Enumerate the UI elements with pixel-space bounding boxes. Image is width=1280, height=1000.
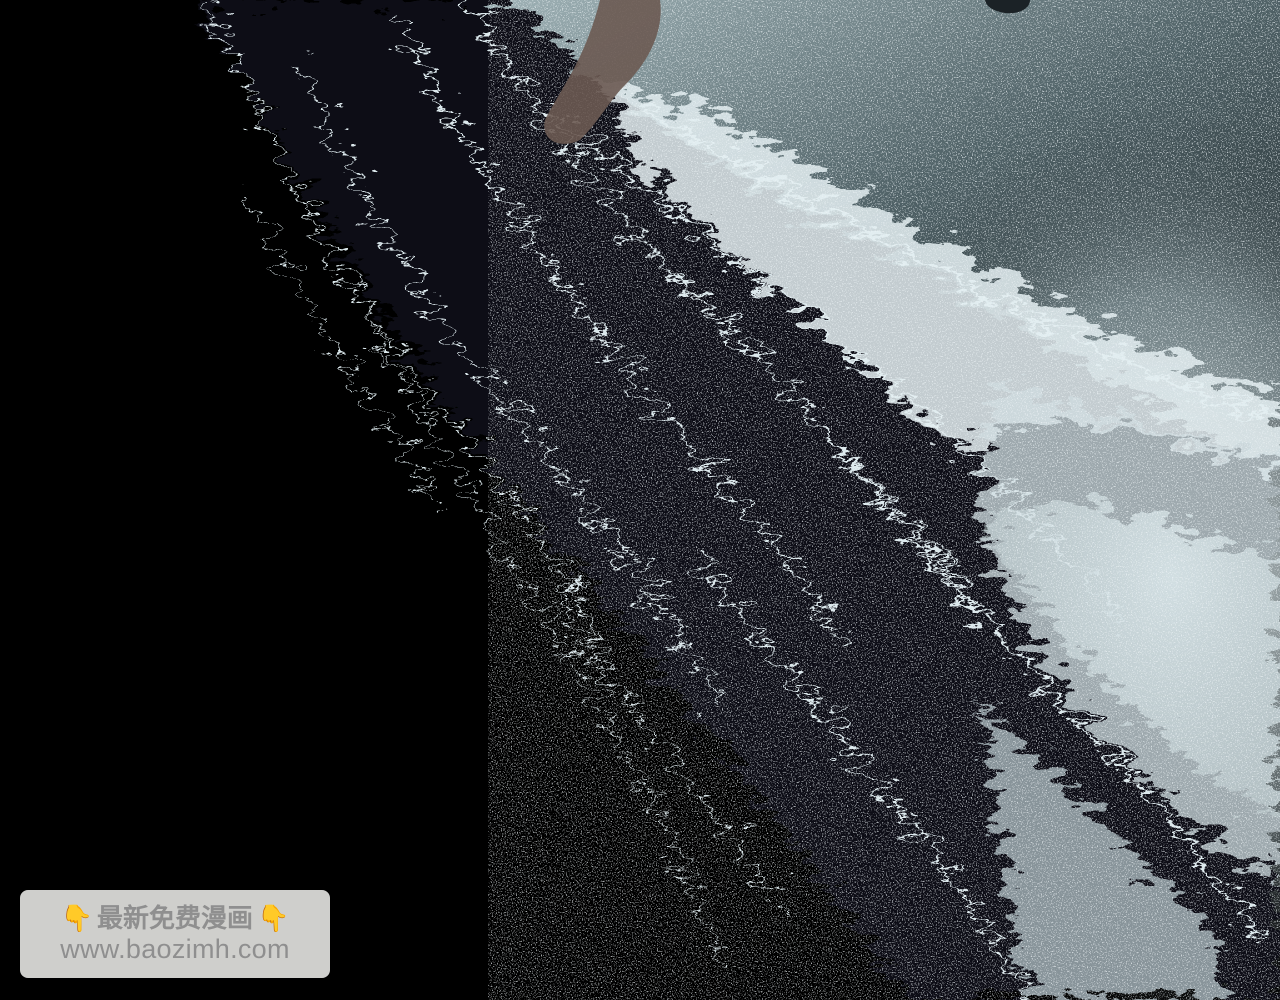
watermark-title-row: 👇 最新免费漫画 👇 bbox=[61, 906, 290, 932]
watermark-title: 最新免费漫画 bbox=[96, 903, 253, 934]
hand-pointing-down-icon: 👇 bbox=[257, 903, 290, 934]
spray-particles bbox=[560, 0, 1280, 1000]
comic-panel: 👇 最新免费漫画 👇 www.baozimh.com bbox=[0, 0, 1280, 1000]
ocean-wave-illustration bbox=[200, 0, 1280, 1000]
watermark-banner: 👇 最新免费漫画 👇 www.baozimh.com bbox=[20, 890, 330, 978]
hand-pointing-down-icon: 👇 bbox=[60, 903, 93, 934]
watermark-url: www.baozimh.com bbox=[60, 933, 290, 964]
